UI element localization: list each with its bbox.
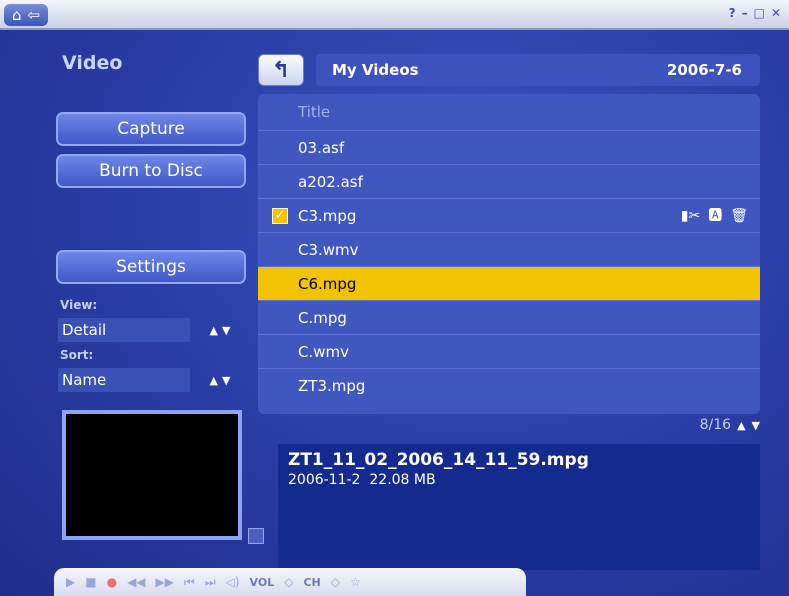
home-icon[interactable]: ⌂ (12, 6, 22, 24)
fullscreen-icon[interactable] (248, 528, 264, 544)
window-controls: ? – □ ✕ (729, 6, 781, 20)
volume-label: VOL (249, 575, 275, 589)
volume-up-icon[interactable]: ◇ (284, 575, 293, 589)
chevron-up-icon[interactable]: ▲ (210, 324, 218, 337)
chevron-up-icon[interactable]: ▲ (210, 374, 218, 387)
folder-name: My Videos (332, 61, 419, 79)
play-icon[interactable]: ▶ (66, 575, 75, 589)
file-name: C.mpg (298, 309, 347, 327)
up-arrow-icon: ↰ (271, 57, 291, 83)
file-row[interactable]: C.mpg (258, 300, 760, 334)
favorite-icon[interactable]: ☆ (350, 575, 361, 589)
path-bar: My Videos 2006-7-6 (316, 54, 760, 86)
channel-label: CH (303, 575, 321, 589)
rename-icon[interactable]: 🅰 (708, 199, 722, 233)
back-arrow-icon[interactable]: ⇦ (28, 6, 41, 24)
previous-icon[interactable]: ⏮ (184, 575, 195, 590)
file-list: Title 03.asf a202.asf ✓ C3.mpg ▮✂ 🅰 🗑 C3.wmv C6.… (258, 94, 760, 414)
video-preview[interactable] (62, 410, 242, 540)
stop-icon[interactable]: ■ (85, 575, 96, 589)
next-icon[interactable]: ⏭ (205, 575, 216, 590)
capture-button[interactable]: Capture (56, 112, 246, 146)
file-name: a202.asf (298, 173, 363, 191)
help-button[interactable]: ? (729, 6, 736, 20)
row-actions: ▮✂ 🅰 🗑 (681, 199, 748, 233)
section-title: Video (62, 52, 123, 74)
nav-buttons: ⌂ ⇦ (4, 4, 49, 26)
page-up-icon[interactable]: ▲ (737, 419, 745, 432)
column-header-title[interactable]: Title (258, 94, 760, 130)
file-row[interactable]: 03.asf (258, 130, 760, 164)
minimize-button[interactable]: – (742, 6, 748, 20)
settings-button[interactable]: Settings (56, 250, 246, 284)
sort-select[interactable]: Name (58, 368, 190, 392)
page-indicator: 8/16 (699, 417, 732, 433)
file-name: 03.asf (298, 139, 345, 157)
file-row[interactable]: ✓ C3.mpg ▮✂ 🅰 🗑 (258, 198, 760, 232)
chevron-down-icon[interactable]: ▼ (222, 324, 230, 337)
file-row[interactable]: a202.asf (258, 164, 760, 198)
sort-label: Sort: (60, 348, 94, 362)
delete-icon[interactable]: 🗑 (730, 199, 748, 233)
record-icon[interactable]: ● (107, 575, 117, 589)
view-label: View: (60, 298, 98, 312)
maximize-button[interactable]: □ (754, 6, 765, 20)
channel-up-icon[interactable]: ◇ (331, 575, 340, 589)
sort-stepper[interactable]: ▲ ▼ (196, 368, 244, 392)
rewind-icon[interactable]: ◀◀ (127, 575, 145, 589)
file-row[interactable]: ZT3.mpg (258, 368, 760, 402)
file-info-panel: ZT1_11_02_2006_14_11_59.mpg 2006-11-2 22… (278, 444, 760, 570)
file-name: C3.mpg (298, 207, 357, 225)
file-name: C.wmv (298, 343, 349, 361)
info-meta: 2006-11-2 22.08 MB (288, 472, 750, 488)
file-name: C3.wmv (298, 241, 359, 259)
info-filename: ZT1_11_02_2006_14_11_59.mpg (288, 450, 589, 470)
pager: 8/16 ▲ ▼ (628, 414, 760, 436)
view-select[interactable]: Detail (58, 318, 190, 342)
trim-icon[interactable]: ▮✂ (681, 199, 700, 233)
burn-to-disc-button[interactable]: Burn to Disc (56, 154, 246, 188)
fast-forward-icon[interactable]: ▶▶ (156, 575, 174, 589)
info-date: 2006-11-2 (288, 472, 361, 488)
title-bar: ⌂ ⇦ ? – □ ✕ (0, 0, 789, 30)
file-name: ZT3.mpg (298, 377, 366, 395)
checkbox-checked-icon[interactable]: ✓ (272, 208, 288, 224)
file-row[interactable]: C.wmv (258, 334, 760, 368)
up-folder-button[interactable]: ↰ (258, 54, 304, 86)
mute-icon[interactable]: ◁) (226, 575, 240, 589)
file-row[interactable]: C3.wmv (258, 232, 760, 266)
file-row[interactable]: C6.mpg (258, 266, 760, 300)
view-stepper[interactable]: ▲ ▼ (196, 318, 244, 342)
folder-date: 2006-7-6 (666, 61, 742, 79)
playback-controls: ▶ ■ ● ◀◀ ▶▶ ⏮ ⏭ ◁) VOL ◇ CH ◇ ☆ (54, 568, 526, 596)
page-down-icon[interactable]: ▼ (752, 419, 760, 432)
info-size: 22.08 MB (369, 472, 436, 488)
file-name: C6.mpg (298, 275, 357, 293)
close-button[interactable]: ✕ (771, 6, 781, 20)
chevron-down-icon[interactable]: ▼ (222, 374, 230, 387)
